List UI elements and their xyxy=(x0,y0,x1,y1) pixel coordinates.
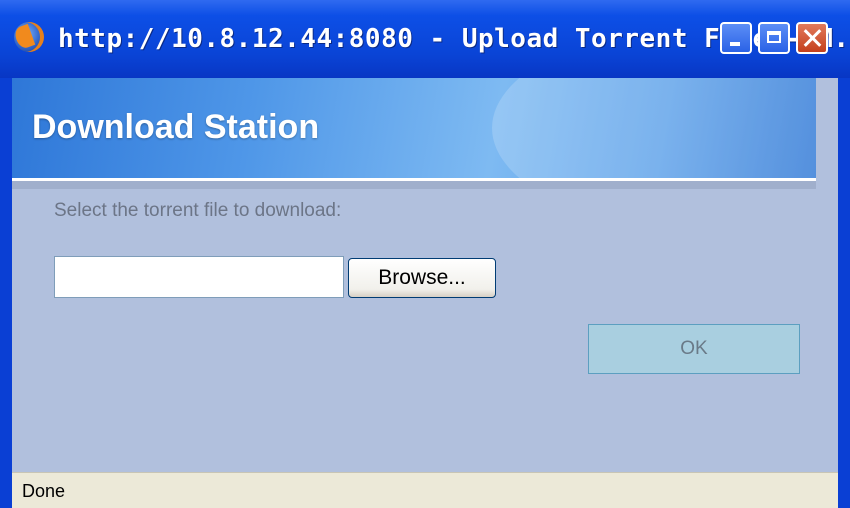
header-banner: Download Station xyxy=(12,78,816,178)
right-gutter xyxy=(816,78,838,508)
page-title: Download Station xyxy=(32,108,320,146)
title-bar[interactable]: http://10.8.12.44:8080 - Upload Torrent … xyxy=(0,0,850,78)
file-path-input[interactable] xyxy=(54,256,344,298)
status-bar: Done xyxy=(12,472,838,508)
maximize-button[interactable] xyxy=(758,22,790,54)
browse-button[interactable]: Browse... xyxy=(348,258,496,298)
close-button[interactable] xyxy=(796,22,828,54)
status-text: Done xyxy=(22,481,66,501)
page-content: Download Station Select the torrent file… xyxy=(12,78,838,508)
ok-button[interactable]: OK xyxy=(588,324,800,374)
firefox-icon xyxy=(14,22,44,52)
instruction-label: Select the torrent file to download: xyxy=(54,200,342,221)
minimize-button[interactable] xyxy=(720,22,752,54)
divider-shadow xyxy=(12,181,816,189)
browser-popup-window: http://10.8.12.44:8080 - Upload Torrent … xyxy=(0,0,850,508)
